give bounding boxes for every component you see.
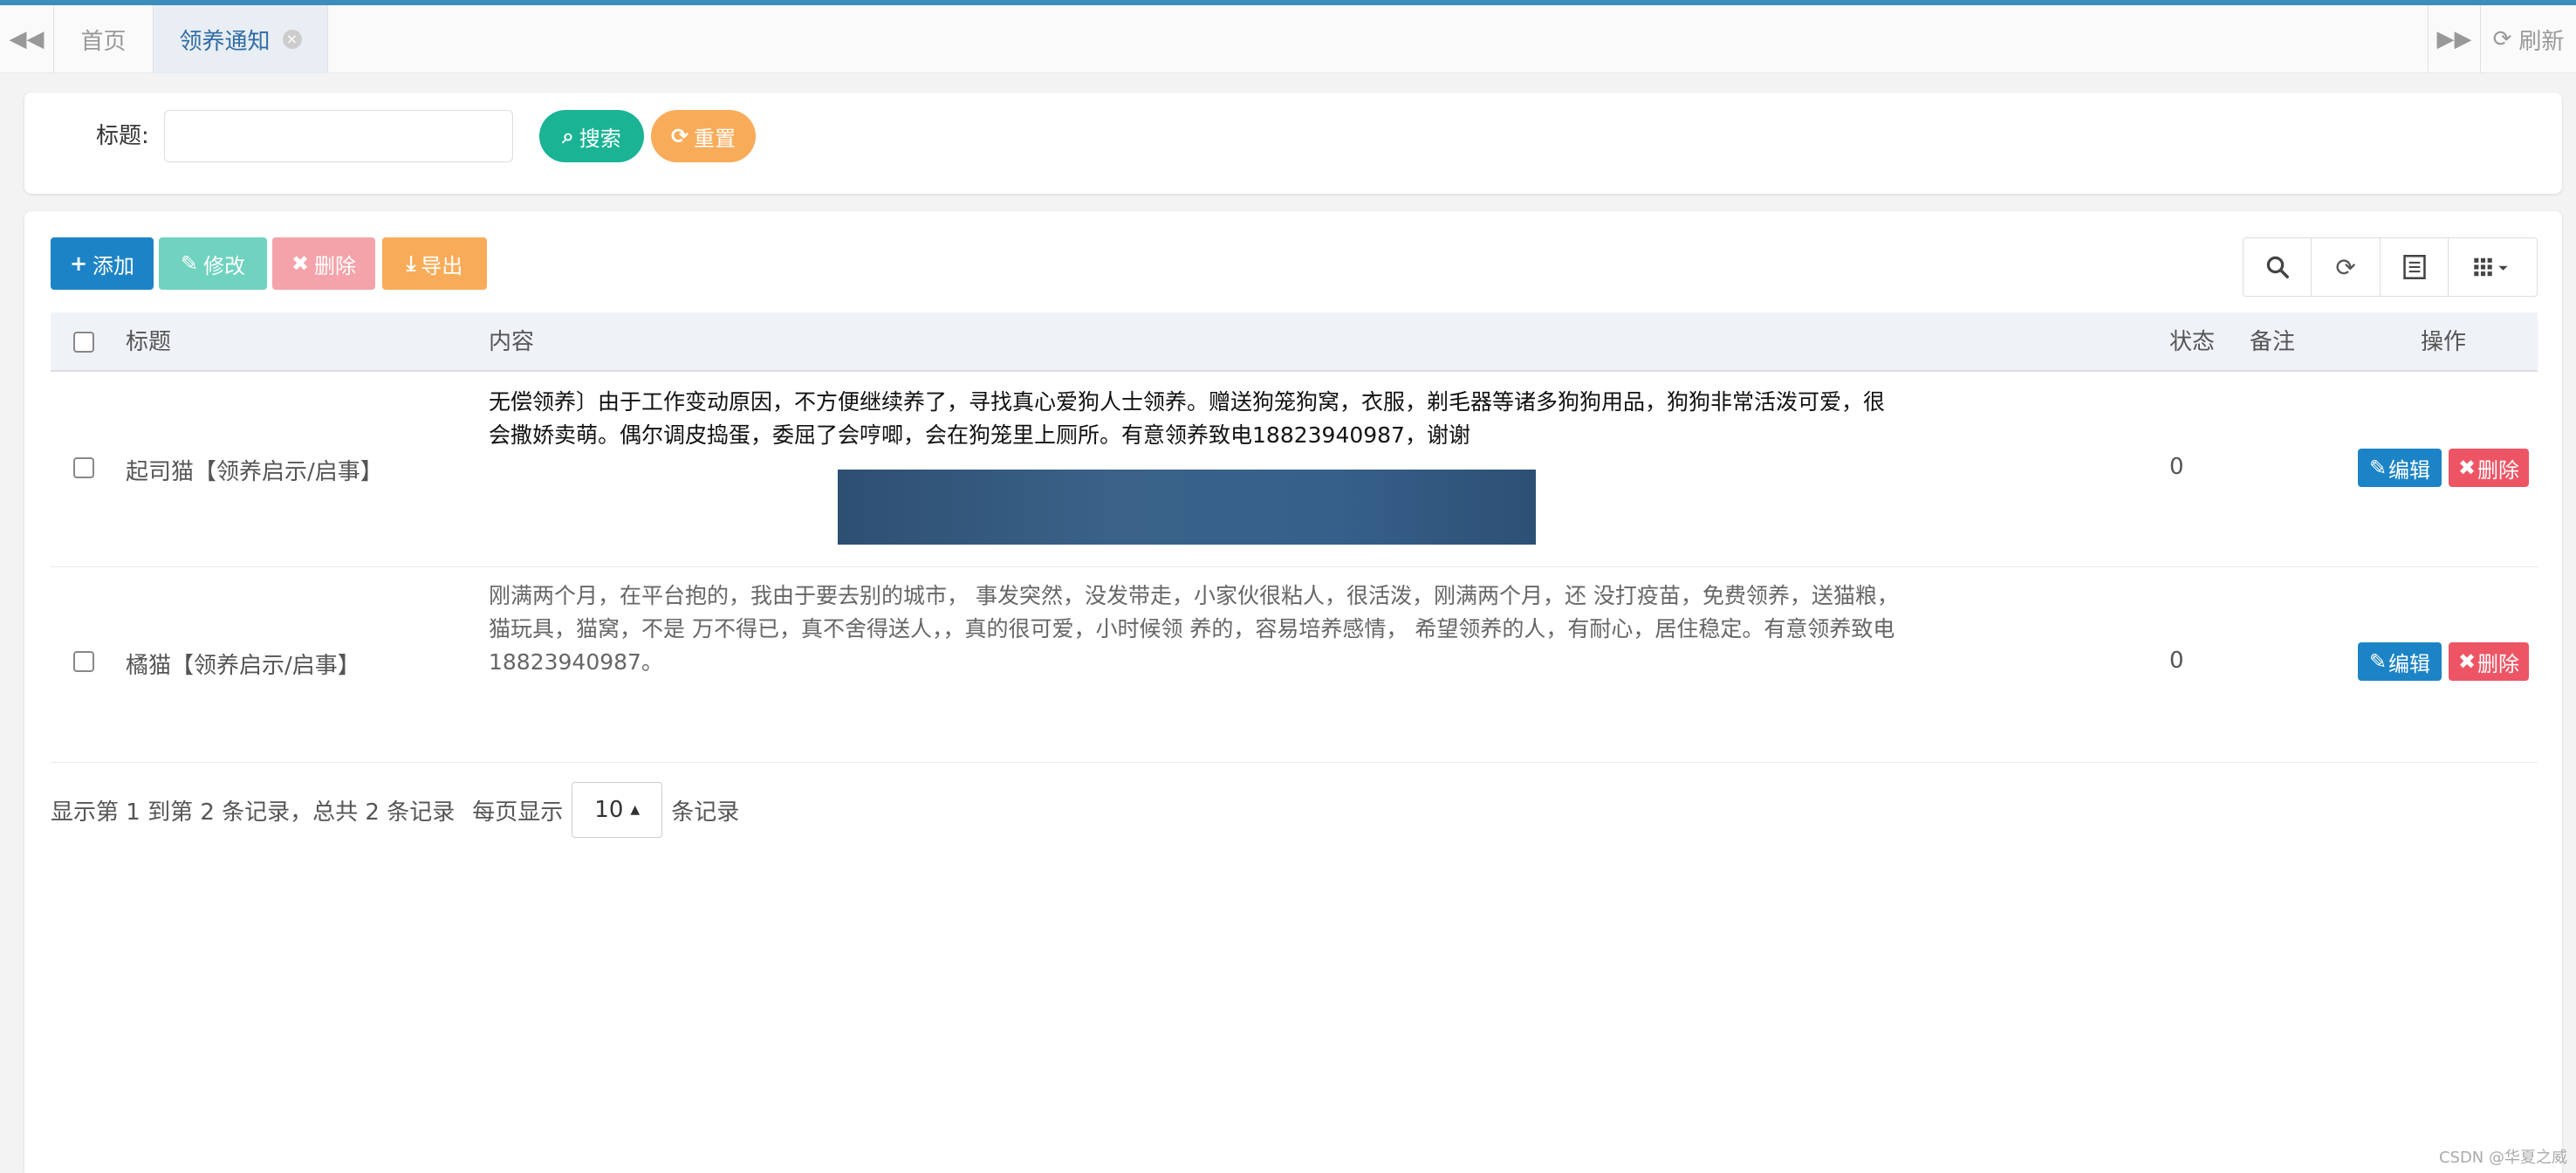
refresh-icon: ⟳ [2335,252,2356,282]
row-delete-label: 删除 [2477,457,2520,483]
download-icon: ⤓ [406,251,416,276]
row-title: 橘猫【领养启示/启事】 [126,653,360,679]
main-panel: + 添加 ✎ 修改 ✖ 删除 ⤓ 导出 ⟳ 标题 内容 状态 备注 操作 起司猫… [24,211,2562,1173]
grid-icon [2473,257,2508,277]
pagination: 显示第 1 到第 2 条记录，总共 2 条记录 每页显示 10 ▲ 条记录 [51,780,739,840]
header-remark: 备注 [2250,329,2296,355]
tab-bar: ◀◀ 首页 领养通知 × ▶▶ ⟳ 刷新 [0,5,2576,73]
refresh-tab-button[interactable]: ⟳ 刷新 [2480,5,2576,73]
header-title: 标题 [126,329,172,355]
tab-home-label: 首页 [80,28,127,55]
toggle-search-button[interactable] [2244,238,2312,296]
tab-scroll-right-button[interactable]: ▶▶ [2428,5,2480,73]
page-size-select[interactable]: 10 ▲ [572,782,663,838]
row-delete-label: 删除 [2477,651,2520,676]
page-size-value: 10 [594,797,624,823]
row-content: 无偿领养〕由于工作变动原因，不方便继续养了，寻找真心爱狗人士领养。赠送狗笼狗窝，… [489,389,1886,448]
toggle-view-button[interactable] [2381,238,2449,296]
search-panel: 标题: ⌕ 搜索 ⟳ 重置 [24,93,2562,194]
table-header: 标题 内容 状态 备注 操作 [51,312,2538,372]
delete-button[interactable]: ✖ 删除 [272,237,375,290]
edit-button[interactable]: ✎ 修改 [159,237,267,290]
select-all-checkbox[interactable] [73,332,94,353]
close-icon[interactable]: × [282,30,302,49]
table-tools: ⟳ [2243,237,2538,297]
row-edit-button[interactable]: ✎ 编辑 [2358,449,2442,487]
edit-button-label: 修改 [203,253,246,278]
x-icon: ✖ [2457,649,2477,674]
row-checkbox[interactable] [73,651,94,672]
table-row: 橘猫【领养启示/启事】 刚满两个月，在平台抱的，我由于要去别的城市， 事发突然，… [51,567,2538,763]
content-image [838,470,1536,545]
delete-button-label: 删除 [314,253,357,278]
search-icon [2266,256,2289,278]
refresh-label: 刷新 [2518,28,2565,55]
refresh-table-button[interactable]: ⟳ [2312,238,2381,296]
table-row: 起司猫【领养启示/启事】 无偿领养〕由于工作变动原因，不方便继续养了，寻找真心爱… [51,374,2538,567]
row-edit-button[interactable]: ✎ 编辑 [2358,642,2442,681]
pagination-summary: 显示第 1 到第 2 条记录，总共 2 条记录 [51,799,456,826]
row-delete-button[interactable]: ✖ 删除 [2449,449,2529,487]
search-icon: ⌕ [562,124,574,148]
watermark: CSDN @华夏之威 [2438,1149,2567,1167]
reset-button-label: 重置 [694,126,736,151]
x-icon: ✖ [291,251,310,276]
search-button[interactable]: ⌕ 搜索 [539,110,644,162]
add-button[interactable]: + 添加 [51,237,154,290]
header-actions: 操作 [2421,329,2467,355]
export-button[interactable]: ⤓ 导出 [382,237,487,290]
add-button-label: 添加 [92,253,135,278]
title-search-input[interactable] [164,110,513,162]
list-icon [2402,255,2426,279]
per-page-suffix: 条记录 [671,799,740,826]
tab-adoption-notice[interactable]: 领养通知 × [154,5,328,73]
row-delete-button[interactable]: ✖ 删除 [2449,642,2529,681]
refresh-icon: ⟳ [2492,26,2512,52]
header-status: 状态 [2169,329,2216,355]
title-search-label: 标题: [96,123,149,149]
search-button-label: 搜索 [579,126,621,151]
row-status: 0 [2169,648,2184,674]
double-chevron-left-icon: ◀◀ [9,26,45,52]
edit-icon: ✎ [2368,649,2388,674]
row-content: 刚满两个月，在平台抱的，我由于要去别的城市， 事发突然，没发带走，小家伙很粘人，… [489,583,1899,675]
row-title: 起司猫【领养启示/启事】 [126,459,383,485]
row-checkbox[interactable] [73,457,94,478]
columns-dropdown-button[interactable] [2449,238,2537,296]
export-button-label: 导出 [421,253,463,278]
tab-home[interactable]: 首页 [54,5,154,73]
double-chevron-right-icon: ▶▶ [2436,26,2472,52]
tab-scroll-left-button[interactable]: ◀◀ [0,5,54,73]
caret-up-icon: ▲ [630,803,641,817]
tab-active-label: 领养通知 [179,28,271,55]
refresh-icon: ⟳ [670,124,689,148]
row-edit-label: 编辑 [2388,457,2431,483]
header-content: 内容 [489,329,535,355]
row-status: 0 [2169,454,2184,480]
reset-button[interactable]: ⟳ 重置 [651,110,756,162]
edit-icon: ✎ [2368,456,2388,480]
row-edit-label: 编辑 [2388,651,2431,676]
plus-icon: + [69,251,88,276]
x-icon: ✖ [2457,456,2477,480]
per-page-prefix: 每页显示 [472,799,564,826]
edit-icon: ✎ [180,251,199,276]
